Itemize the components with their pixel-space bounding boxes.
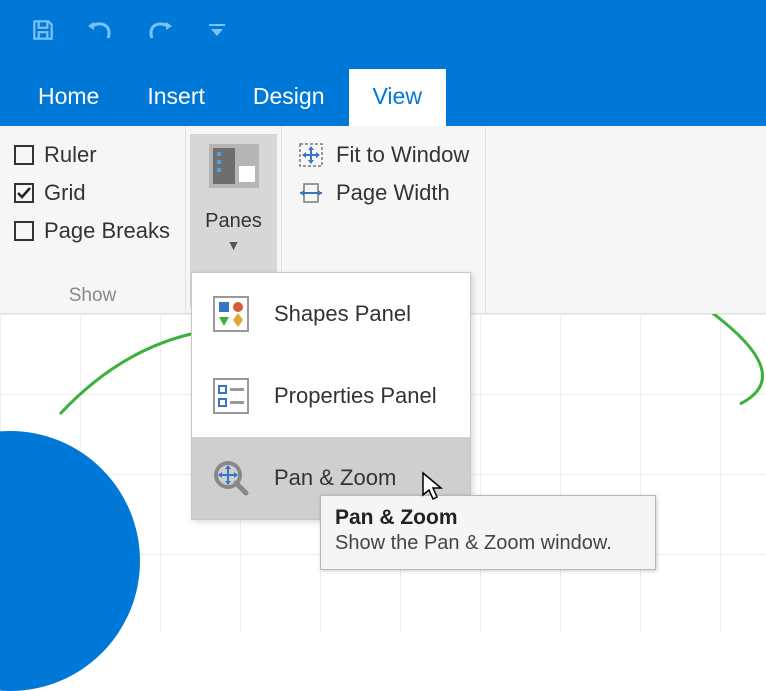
group-show: Ruler Grid Page Breaks Show bbox=[0, 126, 186, 313]
tooltip-body: Show the Pan & Zoom window. bbox=[335, 532, 641, 555]
menu-item-label: Shapes Panel bbox=[274, 301, 411, 327]
checkbox-label: Page Breaks bbox=[44, 218, 170, 244]
menu-item-shapes-panel[interactable]: Shapes Panel bbox=[192, 273, 470, 355]
chevron-down-icon: ▼ bbox=[227, 237, 241, 253]
tab-insert[interactable]: Insert bbox=[123, 69, 229, 126]
save-icon[interactable] bbox=[28, 15, 58, 45]
group-title-show: Show bbox=[10, 279, 175, 307]
tooltip-title: Pan & Zoom bbox=[335, 506, 641, 530]
checkbox-box-icon bbox=[14, 221, 34, 241]
page-width-icon bbox=[298, 180, 324, 206]
quick-access-toolbar bbox=[0, 0, 766, 60]
pan-zoom-icon bbox=[210, 457, 252, 499]
customize-qat-icon[interactable] bbox=[202, 15, 232, 45]
tooltip-pan-zoom: Pan & Zoom Show the Pan & Zoom window. bbox=[320, 495, 656, 570]
tab-home[interactable]: Home bbox=[14, 69, 123, 126]
checkbox-label: Ruler bbox=[44, 142, 97, 168]
menu-item-properties-panel[interactable]: Properties Panel bbox=[192, 355, 470, 437]
panes-menu: Shapes Panel Properties Panel Pan & Zoom bbox=[191, 272, 471, 520]
shapes-panel-icon bbox=[210, 293, 252, 335]
menu-item-label: Properties Panel bbox=[274, 383, 437, 409]
properties-panel-icon bbox=[210, 375, 252, 417]
panes-label: Panes bbox=[205, 210, 262, 233]
undo-icon[interactable] bbox=[86, 15, 116, 45]
page-width-button[interactable]: Page Width bbox=[296, 174, 471, 212]
ribbon-tabs: Home Insert Design View bbox=[0, 60, 766, 126]
fit-window-icon bbox=[298, 142, 324, 168]
menu-item-label: Pan & Zoom bbox=[274, 465, 396, 491]
page-width-label: Page Width bbox=[336, 180, 450, 206]
checkbox-box-icon bbox=[14, 145, 34, 165]
fit-to-window-button[interactable]: Fit to Window bbox=[296, 136, 471, 174]
checkbox-label: Grid bbox=[44, 180, 86, 206]
tab-view[interactable]: View bbox=[349, 69, 446, 126]
panes-icon bbox=[205, 138, 263, 202]
checkbox-box-icon bbox=[14, 183, 34, 203]
checkbox-grid[interactable]: Grid bbox=[10, 174, 175, 212]
checkbox-page-breaks[interactable]: Page Breaks bbox=[10, 212, 175, 250]
redo-icon[interactable] bbox=[144, 15, 174, 45]
fit-window-label: Fit to Window bbox=[336, 142, 469, 168]
checkbox-ruler[interactable]: Ruler bbox=[10, 136, 175, 174]
tab-design[interactable]: Design bbox=[229, 69, 349, 126]
